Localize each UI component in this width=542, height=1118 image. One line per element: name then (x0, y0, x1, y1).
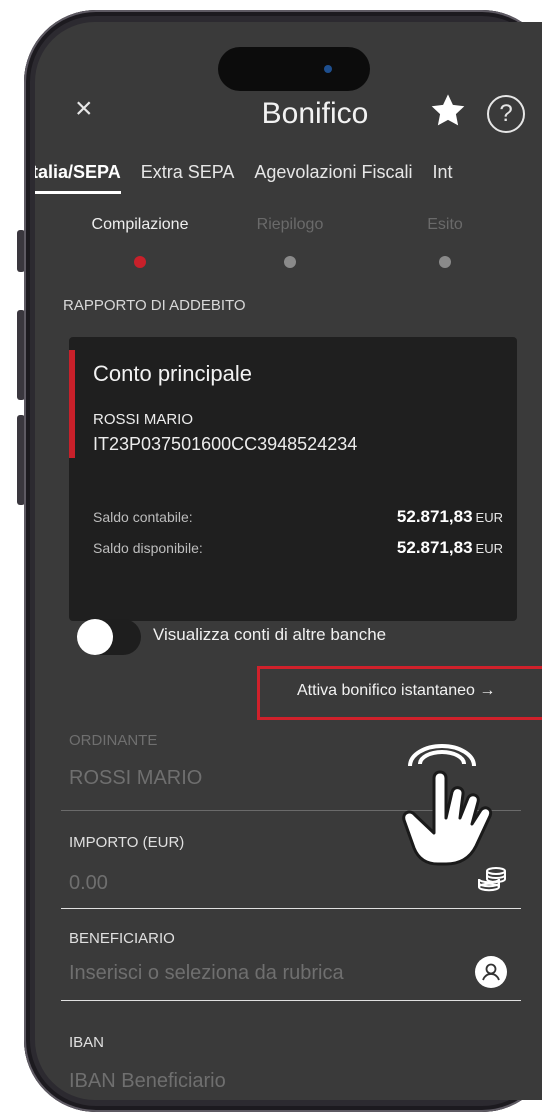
app-screen: × Bonifico ? Italia/SEPA Extra SEPA Agevol… (35, 22, 542, 1100)
saldo-disponibile-label: Saldo disponibile: (93, 540, 203, 556)
divider (61, 908, 521, 909)
account-name: Conto principale (93, 361, 252, 386)
activate-instant-transfer-link[interactable]: Attiva bonifico istantaneo → (297, 682, 495, 700)
star-icon[interactable] (429, 92, 467, 130)
saldo-contabile-label: Saldo contabile: (93, 509, 193, 525)
ordinante-value: ROSSI MARIO (69, 767, 203, 789)
account-accent-bar (69, 350, 75, 458)
progress-stepper: Compilazione Riepilogo Esito (35, 194, 542, 276)
beneficiario-input[interactable]: Inserisci o seleziona da rubrica (69, 962, 344, 985)
person-icon (482, 963, 500, 981)
tab-int[interactable]: Int (432, 162, 452, 191)
beneficiario-label: BENEFICIARIO (69, 930, 175, 947)
account-iban: IT23P037501600CC3948524234 (93, 434, 358, 454)
toggle-knob (77, 619, 113, 655)
ordinante-label: ORDINANTE (69, 732, 158, 749)
account-holder: ROSSI MARIO (93, 411, 194, 428)
divider (61, 1000, 521, 1001)
help-icon[interactable]: ? (487, 95, 525, 133)
step-indicator (439, 256, 451, 268)
tab-extra-sepa[interactable]: Extra SEPA (141, 162, 235, 191)
contacts-icon[interactable] (475, 956, 507, 988)
importo-input[interactable]: 0.00 (69, 872, 108, 895)
iban-label: IBAN (69, 1034, 105, 1051)
step-esito: Esito (427, 216, 463, 233)
saldo-contabile-value: 52.871,83 EUR (396, 507, 503, 526)
saldo-disponibile-value: 52.871,83 EUR (396, 538, 503, 557)
iban-input[interactable]: IBAN Beneficiario (69, 1070, 226, 1093)
toggle-label: Visualizza conti di altre banche (153, 625, 387, 644)
camera-icon (324, 65, 332, 73)
step-compilazione: Compilazione (91, 216, 189, 233)
importo-label: IMPORTO (EUR) (69, 834, 185, 851)
tab-italia-sepa[interactable]: Italia/SEPA (35, 162, 121, 194)
tap-hand-icon (402, 744, 493, 866)
step-indicator-active (134, 256, 146, 268)
account-card[interactable]: Conto principale ROSSI MARIO IT23P037501… (69, 337, 517, 621)
section-label-rapporto: RAPPORTO DI ADDEBITO (63, 297, 246, 314)
tab-bar: Italia/SEPA Extra SEPA Agevolazioni Fiscal… (35, 162, 473, 194)
step-riepilogo: Riepilogo (256, 216, 324, 233)
step-indicator (284, 256, 296, 268)
dynamic-island (218, 47, 370, 91)
tab-agevolazioni-fiscali[interactable]: Agevolazioni Fiscali (254, 162, 412, 191)
other-banks-toggle[interactable] (77, 619, 141, 655)
